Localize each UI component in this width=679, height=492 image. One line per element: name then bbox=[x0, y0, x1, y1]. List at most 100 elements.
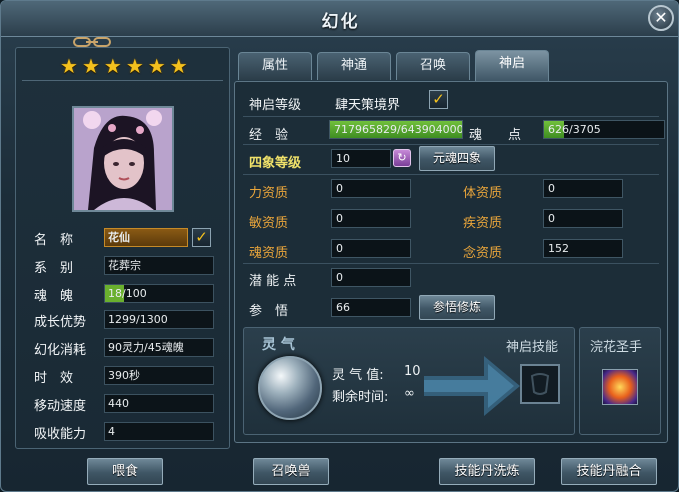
star-icon: ★ bbox=[169, 54, 188, 78]
summon-beast-button[interactable]: 召唤兽 bbox=[253, 458, 329, 485]
pet-portrait bbox=[72, 106, 174, 212]
potential-points-label: 潜 能 点 bbox=[249, 274, 297, 289]
aptitude-label: 疾资质 bbox=[463, 216, 503, 231]
divider bbox=[243, 116, 659, 117]
stat-label: 移动速度 bbox=[34, 398, 87, 414]
soul-bar-text: 18/100 bbox=[108, 287, 147, 300]
skill-pill-refine-button[interactable]: 技能丹洗炼 bbox=[439, 458, 535, 485]
window-title: 幻化 bbox=[321, 12, 360, 32]
stat-label: 系 别 bbox=[34, 260, 74, 276]
close-button[interactable]: ✕ bbox=[648, 5, 674, 31]
ornament-title: 浣花圣手 bbox=[590, 340, 643, 355]
shenqi-panel: 神启等级 肆天策境界 ✓ 经 验 717965829/643904000 魂 点… bbox=[234, 81, 668, 443]
name-confirm-checkbox[interactable]: ✓ bbox=[192, 228, 211, 247]
stat-row: 系 别 bbox=[34, 256, 104, 276]
stat-label: 吸收能力 bbox=[34, 426, 87, 442]
close-icon: ✕ bbox=[654, 8, 668, 27]
stat-label: 成长优势 bbox=[34, 314, 87, 330]
stat-row: 时 效 bbox=[34, 366, 104, 386]
sixiang-info-icon[interactable]: ↻ bbox=[393, 149, 411, 167]
stat-label: 魂 魄 bbox=[34, 288, 74, 304]
sixiang-level-label: 四象等级 bbox=[249, 156, 302, 171]
aptitude-value: 152 bbox=[543, 239, 623, 258]
insight-train-button[interactable]: 参悟修炼 bbox=[419, 295, 495, 320]
stat-row: 幻化消耗 bbox=[34, 338, 104, 358]
skill-ornament-section: 浣花圣手 bbox=[579, 327, 661, 435]
insight-value: 66 bbox=[331, 298, 411, 317]
shenqi-level-value: 肆天策境界 bbox=[335, 98, 401, 113]
aptitude-label: 敏资质 bbox=[249, 216, 289, 231]
soul-points-label: 魂 点 bbox=[469, 128, 522, 143]
stat-value: 90灵力/45魂魄 bbox=[104, 338, 214, 357]
stat-value: 1299/1300 bbox=[104, 310, 214, 329]
stat-value: 4 bbox=[104, 422, 214, 441]
tab-shenqi[interactable]: 神启 bbox=[475, 50, 549, 81]
star-icon: ★ bbox=[81, 54, 100, 78]
pet-info-panel: ★ ★ ★ ★ ★ ★ 名 称 花仙 ✓ 系 别 花葬宗 魂 魄 18/100 … bbox=[15, 47, 230, 449]
check-icon: ✓ bbox=[432, 90, 445, 108]
potential-points-value: 0 bbox=[331, 268, 411, 287]
stat-row: 成长优势 bbox=[34, 310, 104, 330]
divider bbox=[243, 174, 659, 175]
stat-value: 440 bbox=[104, 394, 214, 413]
stat-value: 花葬宗 bbox=[104, 256, 214, 275]
lingqi-title: 灵 气 bbox=[262, 337, 295, 353]
exp-bar-text: 717965829/643904000 bbox=[334, 123, 463, 136]
aptitude-value: 0 bbox=[331, 179, 411, 198]
divider bbox=[243, 263, 659, 264]
exp-label: 经 验 bbox=[249, 128, 289, 143]
star-icon: ★ bbox=[60, 54, 78, 78]
stat-label: 名 称 bbox=[34, 232, 74, 248]
stat-label: 幻化消耗 bbox=[34, 342, 87, 358]
empty-skill-icon bbox=[530, 373, 550, 395]
remaining-time-value: ∞ bbox=[404, 386, 415, 401]
feed-button[interactable]: 喂食 bbox=[87, 458, 163, 485]
pet-name-value: 花仙 bbox=[104, 228, 188, 247]
shenqi-skill-slot[interactable] bbox=[520, 364, 560, 404]
stat-row: 移动速度 bbox=[34, 394, 104, 414]
lingqi-section: 灵 气 灵 气 值: 10 剩余时间: ∞ 神启技能 bbox=[243, 327, 575, 435]
divider bbox=[22, 80, 223, 81]
sixiang-level-value: 10 bbox=[331, 149, 391, 168]
check-icon: ✓ bbox=[195, 228, 208, 246]
flower-skill-icon[interactable] bbox=[602, 369, 638, 405]
remaining-time-label: 剩余时间: bbox=[332, 390, 389, 405]
aptitude-value: 0 bbox=[543, 209, 623, 228]
aptitude-label: 力资质 bbox=[249, 186, 289, 201]
title-bar: 幻化 ✕ bbox=[1, 1, 678, 37]
aptitude-label: 魂资质 bbox=[249, 246, 289, 261]
star-rating: ★ ★ ★ ★ ★ ★ bbox=[60, 55, 188, 77]
stat-row-name: 名 称 bbox=[34, 228, 104, 248]
stat-label: 时 效 bbox=[34, 370, 74, 386]
yuanhun-sixiang-button[interactable]: 元魂四象 bbox=[419, 146, 495, 171]
pet-transform-window: 幻化 ✕ ★ ★ ★ ★ ★ ★ 名 称 花仙 ✓ 系 别 花葬宗 魂 魄 18… bbox=[0, 0, 679, 492]
aptitude-value: 0 bbox=[331, 239, 411, 258]
stat-row: 魂 魄 bbox=[34, 284, 104, 304]
stat-row: 吸收能力 bbox=[34, 422, 104, 442]
star-icon: ★ bbox=[125, 54, 144, 78]
aptitude-value: 0 bbox=[331, 209, 411, 228]
shenqi-level-label: 神启等级 bbox=[249, 98, 302, 113]
tab-summon[interactable]: 召唤 bbox=[396, 52, 470, 80]
tab-attributes[interactable]: 属性 bbox=[238, 52, 312, 80]
star-icon: ★ bbox=[103, 54, 122, 78]
chain-link-icon bbox=[73, 37, 111, 47]
tab-powers[interactable]: 神通 bbox=[317, 52, 391, 80]
aptitude-value: 0 bbox=[543, 179, 623, 198]
pet-portrait-image bbox=[74, 108, 172, 210]
aptitude-label: 念资质 bbox=[463, 246, 503, 261]
divider bbox=[243, 144, 659, 145]
arrow-right-icon bbox=[424, 356, 520, 416]
lingqi-value-label: 灵 气 值: bbox=[332, 368, 384, 383]
exp-bar: 717965829/643904000 bbox=[329, 120, 463, 139]
shenqi-level-checkbox[interactable]: ✓ bbox=[429, 90, 448, 109]
shenqi-skill-title: 神启技能 bbox=[506, 340, 559, 355]
star-icon: ★ bbox=[147, 54, 166, 78]
skill-pill-merge-button[interactable]: 技能丹融合 bbox=[561, 458, 657, 485]
lingqi-value: 10 bbox=[404, 364, 421, 379]
insight-label: 参 悟 bbox=[249, 304, 289, 319]
aptitude-label: 体资质 bbox=[463, 186, 503, 201]
soul-points-text: 626/3705 bbox=[548, 123, 601, 136]
soul-bar: 18/100 bbox=[104, 284, 214, 303]
lingqi-orb bbox=[258, 356, 322, 420]
